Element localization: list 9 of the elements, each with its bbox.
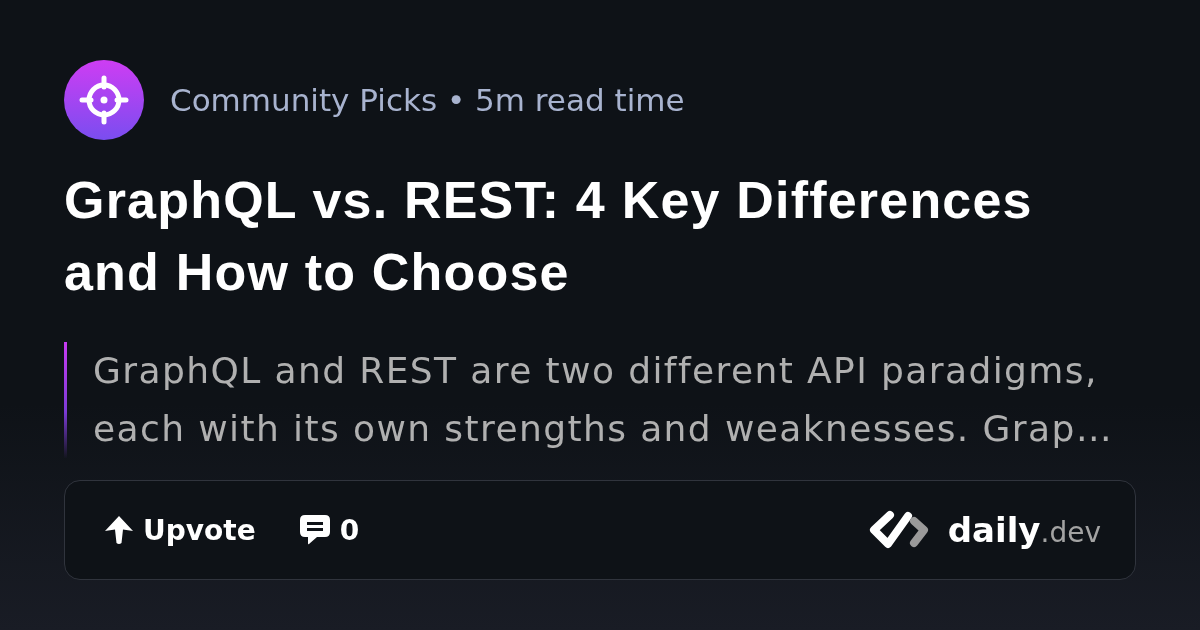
post-meta: Community Picks • 5m read time — [170, 82, 685, 118]
comment-icon — [297, 513, 332, 547]
upvote-button[interactable]: Upvote — [103, 513, 256, 547]
post-title: GraphQL vs. REST: 4 Key Differences and How to Choose — [64, 170, 1034, 303]
post-summary: GraphQL and REST are two different API paradigms, each with its own strengths and weaknesses. Grap… — [64, 342, 1133, 458]
crosshair-icon — [64, 60, 144, 140]
comments-button[interactable]: 0 — [297, 513, 360, 547]
brand-wordmark: daily.dev — [947, 513, 1101, 547]
arrow-up-icon — [103, 514, 135, 546]
